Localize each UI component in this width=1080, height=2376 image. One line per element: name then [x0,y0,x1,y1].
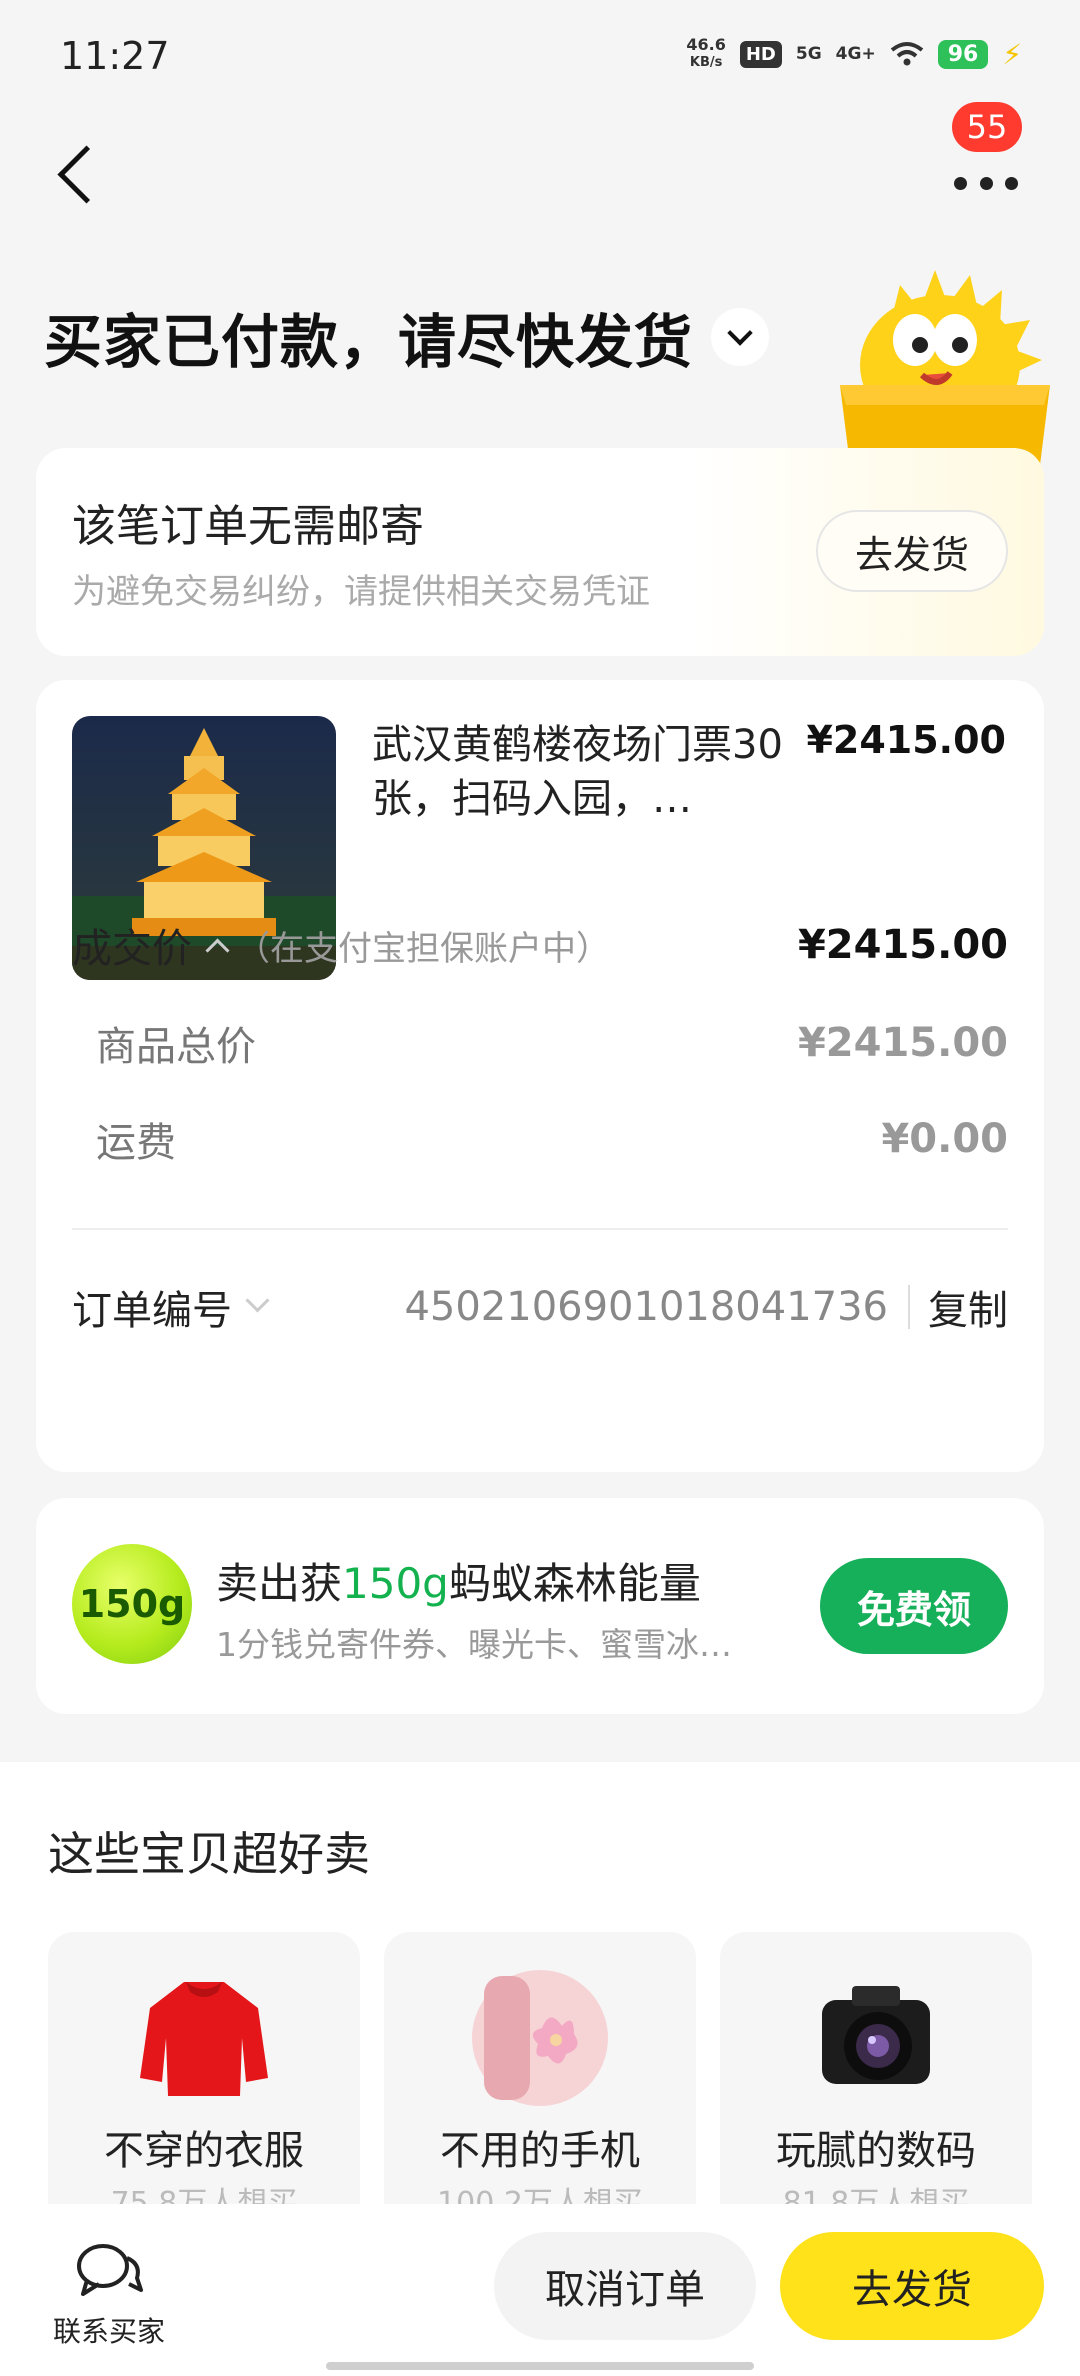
energy-subtitle: 1分钱兑寄件券、曝光卡、蜜雪冰… [216,1625,732,1664]
status-title-row: 买家已付款，请尽快发货 [44,295,770,379]
contact-buyer-label: 联系买家 [52,2315,165,2348]
battery-icon: 96 [937,39,989,69]
recommend-item-clothes[interactable]: 不穿的衣服 75.8万人想买 [48,1932,360,2232]
recommend-item-digital[interactable]: 玩腻的数码 81.8万人想买 [720,1932,1032,2232]
camera-icon [822,1986,930,2084]
energy-title-highlight: 150g [342,1559,449,1608]
notice-subtitle: 为避免交易纠纷，请提供相关交易凭证 [72,572,650,612]
shipping-fee-value: ¥0.00 [881,1116,1008,1162]
shipping-fee-label: 运费 [96,1120,176,1166]
net-speed-unit: KB/s [689,55,723,70]
copy-order-number-button[interactable]: 复制 [928,1278,1008,1336]
page-title: 买家已付款，请尽快发货 [44,308,694,376]
deal-price-label: 成交价 [72,926,192,972]
deal-price-value: ¥2415.00 [797,922,1008,968]
goods-total-value: ¥2415.00 [797,1020,1008,1066]
notice-ship-button[interactable]: 去发货 [816,510,1008,592]
recommend-title: 这些宝贝超好卖 [48,1827,370,1881]
phone-icon [472,1970,608,2106]
ship-button[interactable]: 去发货 [780,2232,1044,2340]
energy-title: 卖出获150g蚂蚁森林能量 [216,1550,701,1611]
recommend-item-name: 不穿的衣服 [104,2128,304,2174]
net-speed-value: 46.6 [686,35,726,54]
order-number-toggle[interactable]: 订单编号 [72,1278,268,1336]
product-name[interactable]: 武汉黄鹤楼夜场门票30张，扫码入园，… [372,718,792,826]
signal-5g-icon: 5G [795,44,822,64]
order-number-label: 订单编号 [72,1288,232,1334]
net-speed: 46.6 KB/s [686,36,725,72]
energy-ball-icon: 150g [72,1544,192,1664]
deal-price-row[interactable]: 成交价 （在支付宝担保账户中） ¥2415.00 [72,916,1008,974]
sweater-icon [140,1982,268,2096]
goods-total-row: 商品总价 ¥2415.00 [72,1014,1008,1072]
goods-total-label: 商品总价 [96,1024,256,1070]
notice-title: 该笔订单无需邮寄 [72,501,424,552]
order-number-value: 4502106901018041736 [404,1284,888,1330]
chevron-down-icon [246,1292,268,1314]
signal-4g-icon: 4G+ [835,44,876,64]
recommend-section: 这些宝贝超好卖 不穿的衣服 75.8万人想买 不用的手机 100.2万人想买 玩… [0,1762,1080,2232]
chevron-up-icon [206,940,228,962]
notification-badge: 55 [952,102,1022,152]
claim-energy-button[interactable]: 免费领 [820,1558,1008,1654]
status-bar: 11:27 46.6 KB/s HD 5G 4G+ 96 ⚡ [0,0,1080,110]
status-icons: 46.6 KB/s HD 5G 4G+ 96 ⚡ [686,36,1022,72]
order-card: 武汉黄鹤楼夜场门票30张，扫码入园，… ¥2415.00 成交价 （在支付宝担保… [36,680,1044,1472]
forest-energy-card: 150g 卖出获150g蚂蚁森林能量 1分钱兑寄件券、曝光卡、蜜雪冰… 免费领 [36,1498,1044,1714]
mascot-icon [840,270,1050,465]
shipping-fee-row: 运费 ¥0.00 [72,1110,1008,1168]
energy-title-suffix: 蚂蚁森林能量 [448,1559,701,1608]
recommend-item-phone[interactable]: 不用的手机 100.2万人想买 [384,1932,696,2232]
order-number-row: 订单编号 4502106901018041736 复制 [72,1278,1008,1336]
cancel-order-button[interactable]: 取消订单 [494,2232,756,2340]
recommend-item-name: 不用的手机 [440,2128,640,2174]
no-shipping-notice-card: 该笔订单无需邮寄 为避免交易纠纷，请提供相关交易凭证 去发货 [36,448,1044,656]
chat-icon [77,2244,143,2296]
status-time: 11:27 [60,34,170,78]
order-divider [72,1228,1008,1230]
product-price: ¥2415.00 [806,718,1006,762]
bottom-action-bar: 联系买家 取消订单 去发货 [0,2204,1080,2376]
energy-title-prefix: 卖出获 [216,1559,343,1608]
chevron-down-icon[interactable] [711,308,770,366]
separator [908,1285,910,1329]
hd-icon: HD [739,40,782,68]
top-nav: 55 [0,102,1080,230]
charging-icon: ⚡ [1002,37,1022,71]
contact-buyer-button[interactable]: 联系买家 [44,2240,174,2350]
back-icon[interactable] [52,132,112,212]
more-options-icon[interactable] [954,150,1018,190]
wifi-icon [890,42,923,66]
deal-price-note: （在支付宝担保账户中） [236,928,610,969]
recommend-item-name: 玩腻的数码 [776,2128,976,2174]
home-indicator[interactable] [326,2362,754,2370]
